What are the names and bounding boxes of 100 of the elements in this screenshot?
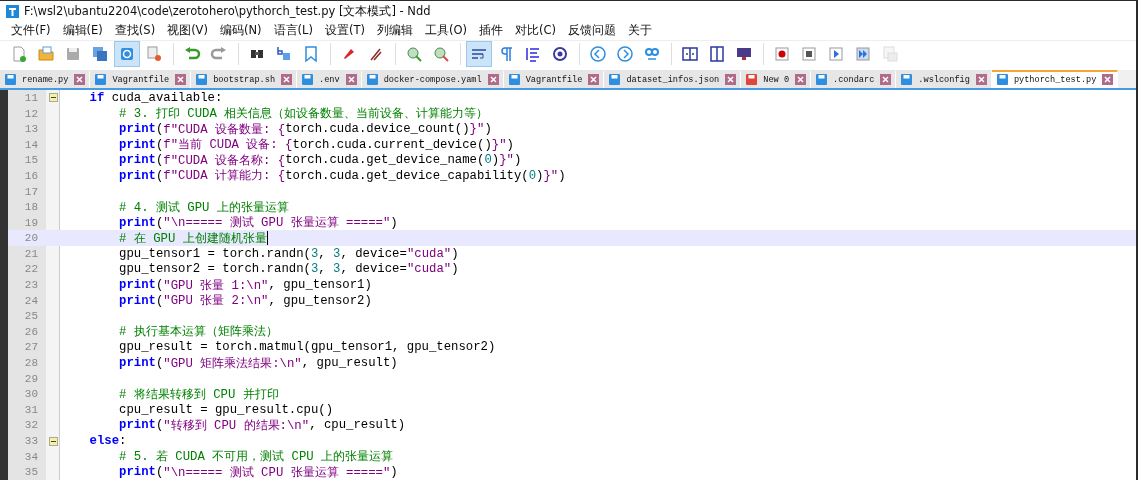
fold-marker-icon[interactable]: [48, 436, 58, 446]
code-string: }": [491, 137, 507, 152]
code-text: :: [119, 434, 127, 448]
code-keyword: print: [118, 356, 156, 371]
line-number: 30: [23, 387, 39, 402]
code-comment: # 在 GPU 上创建随机张量: [118, 230, 267, 247]
code-string: "\n===== 测试 GPU 张量运算 =====": [163, 215, 391, 232]
toolbar-icon: [91, 45, 109, 64]
code-text: ): [484, 122, 492, 137]
fold-marker-icon[interactable]: [48, 93, 58, 103]
toolbar-icon: [524, 45, 542, 64]
close-icon[interactable]: [725, 74, 737, 86]
file-tab[interactable]: .wslconfig: [896, 69, 992, 89]
file-tab[interactable]: rename.py: [0, 69, 91, 89]
code-comment: # 4. 测试 GPU 上的张量运算: [118, 199, 289, 216]
line-number: 24: [23, 293, 39, 309]
file-tab[interactable]: pythorch_test.py: [991, 69, 1119, 89]
toolbar-icon: [37, 45, 55, 64]
menu-item[interactable]: 工具(O): [419, 23, 474, 38]
code-text: ): [451, 246, 459, 261]
code-text: ): [451, 262, 459, 277]
code-editor[interactable]: [0, 90, 1136, 480]
menu-item[interactable]: 设置(T): [319, 23, 372, 38]
menu-item[interactable]: 编码(N): [214, 23, 269, 38]
file-tab[interactable]: bootstrap.sh: [191, 69, 298, 89]
close-icon[interactable]: [975, 74, 987, 86]
code-string: }": [499, 153, 514, 168]
close-icon[interactable]: [1102, 74, 1114, 86]
menu-item[interactable]: 列编辑: [371, 23, 420, 38]
code-number: 3: [333, 246, 341, 261]
code-text: , gpu_result): [301, 356, 398, 371]
code-text: ,: [318, 246, 327, 261]
code-keyword: print: [118, 418, 156, 433]
close-icon[interactable]: [281, 74, 293, 86]
close-icon[interactable]: [345, 74, 357, 86]
line-number: 17: [23, 184, 39, 200]
code-text: , gpu_tensor1): [268, 278, 372, 293]
line-number: 14: [23, 137, 39, 153]
code-comment: # 执行基本运算（矩阵乘法）: [118, 324, 278, 341]
menu-item[interactable]: 语言(L): [268, 23, 320, 38]
code-string: "cuda": [406, 246, 452, 261]
code-text: cuda_available:: [110, 90, 223, 105]
code-string: "cuda": [406, 262, 452, 277]
code-string: f"当前 CUDA 设备: {: [163, 137, 293, 154]
code-text: ,: [318, 262, 327, 277]
menu-item[interactable]: 查找(S): [109, 23, 163, 38]
code-text: (: [155, 137, 164, 152]
code-text: gpu_result = torch.matmul(gpu_tensor1, gpu_tensor2): [118, 340, 496, 355]
menu-item[interactable]: 编辑(E): [57, 23, 110, 38]
close-icon[interactable]: [74, 74, 86, 86]
toolbar-icon: [773, 45, 791, 64]
code-text: (: [155, 356, 164, 371]
toolbar-icon: [616, 45, 634, 64]
menu-item[interactable]: 文件(F): [6, 23, 58, 38]
file-tab[interactable]: .env: [297, 69, 362, 89]
code-comment: # 3. 打印 CUDA 相关信息（如设备数量、当前设备、计算能力等）: [118, 106, 489, 123]
line-number: 22: [23, 262, 39, 278]
code-number: 3: [310, 262, 319, 277]
file-tab[interactable]: New 0: [741, 69, 812, 89]
line-number: 34: [23, 449, 39, 465]
file-tab[interactable]: Vagrantfile: [503, 69, 605, 89]
code-text: torch.cuda.device_count(): [285, 122, 470, 137]
file-tab[interactable]: dataset_infos.json: [604, 69, 742, 89]
line-number: 16: [23, 168, 39, 184]
line-number: 21: [23, 246, 39, 262]
close-icon[interactable]: [487, 74, 499, 86]
menu-item[interactable]: 反馈问题: [563, 23, 623, 38]
code-keyword: print: [118, 278, 156, 293]
code-string: f"CUDA 设备名称: {: [163, 152, 286, 169]
code-text: ): [390, 465, 398, 480]
line-number: 11: [23, 90, 39, 106]
code-string: "转移到 CPU 的结果:\n": [163, 417, 310, 434]
menu-item[interactable]: 关于: [623, 23, 659, 38]
file-tab[interactable]: Vagrantfile: [90, 69, 192, 89]
menu-item[interactable]: 视图(V): [162, 23, 215, 38]
line-number: 15: [23, 153, 39, 169]
toolbar-icon: [854, 45, 872, 64]
toolbar-icon: [681, 45, 699, 64]
toolbar-icon: [10, 45, 28, 64]
code-text: , device=: [340, 262, 407, 277]
code-text: (: [155, 278, 164, 293]
file-tab[interactable]: docker-compose.yaml: [361, 69, 504, 89]
code-keyword: print: [118, 153, 156, 168]
close-icon[interactable]: [795, 74, 807, 86]
close-icon[interactable]: [588, 74, 600, 86]
close-icon[interactable]: [880, 74, 892, 86]
menu-item[interactable]: 插件: [473, 23, 510, 38]
menu-item[interactable]: 对比(C): [509, 23, 563, 38]
close-icon[interactable]: [175, 74, 187, 86]
file-tab[interactable]: .condarc: [811, 69, 897, 89]
code-text: , device=: [340, 246, 407, 261]
code-number: 3: [333, 262, 341, 277]
toolbar-icon: [551, 45, 569, 64]
code-string: }": [469, 122, 485, 137]
line-number: 20: [23, 231, 39, 247]
code-comment: # 将结果转移到 CPU 并打印: [118, 386, 279, 403]
code-text: , cpu_result): [309, 418, 406, 433]
code-number: 0: [528, 168, 537, 183]
toolbar-icon: [708, 45, 726, 64]
code-string: }": [543, 168, 559, 183]
